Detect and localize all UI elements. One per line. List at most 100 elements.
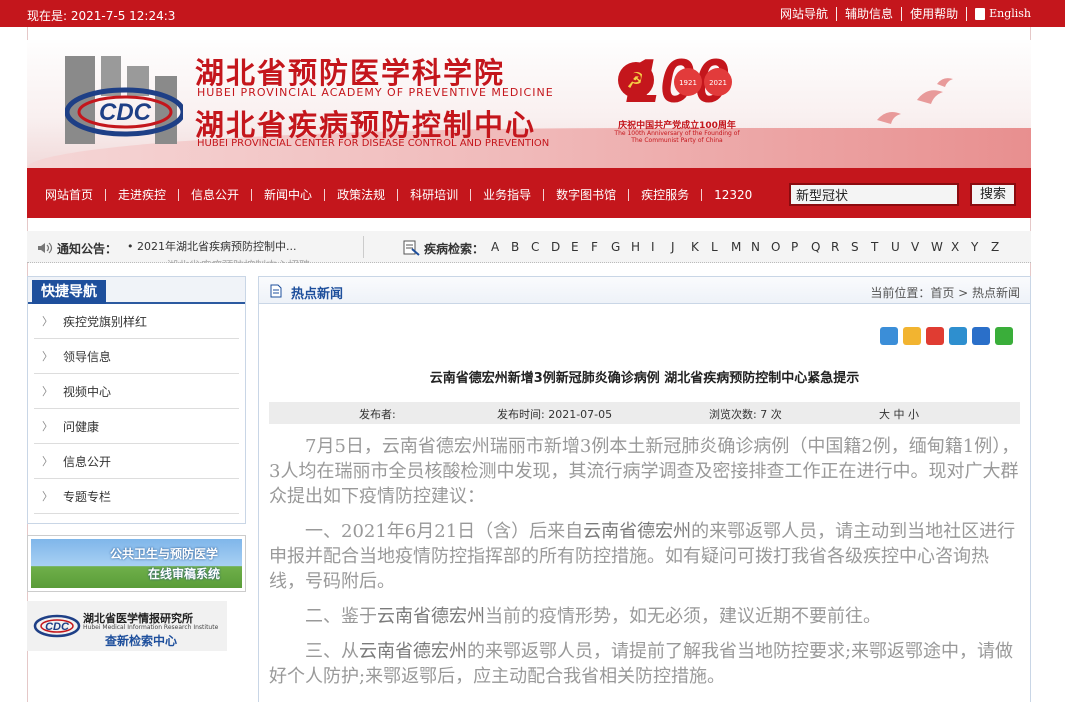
search-button[interactable]: 搜索	[970, 183, 1016, 206]
nav-item-about[interactable]: 走进疾控	[118, 186, 166, 203]
letter-link[interactable]: U	[891, 240, 911, 254]
nav-item-library[interactable]: 数字图书馆	[556, 186, 616, 203]
current-time: 现在是: 2021-7-5 12:24:3	[27, 9, 176, 23]
letter-link[interactable]: K	[691, 240, 711, 254]
institute-name-en: Hubei Medical Information Research Insti…	[83, 624, 219, 631]
view-count: 浏览次数: 7 次	[709, 408, 782, 421]
disease-search-label: 疾病检索：	[424, 242, 485, 256]
list-item-label: 疾控党旗别样红	[63, 314, 148, 329]
letter-link[interactable]: D	[551, 240, 571, 254]
nav-item-disclosure[interactable]: 信息公开	[191, 186, 239, 203]
letter-link[interactable]: W	[931, 240, 951, 254]
article-panel-header: 热点新闻 当前位置：首页 > 热点新闻	[259, 277, 1030, 304]
nav-item-news[interactable]: 新闻中心	[264, 186, 312, 203]
anniversary-caption-en: The 100th Anniversary of the Founding of…	[614, 130, 740, 144]
letter-link[interactable]: F	[591, 240, 611, 254]
nav-item-hotline[interactable]: 12320	[714, 188, 752, 202]
highlight-keyword: 云南省德宏州	[377, 606, 485, 627]
share-toolbar	[880, 327, 1013, 345]
article-meta: 发布者: 发布时间: 2021-07-05 浏览次数: 7 次 大 中 小	[269, 402, 1020, 424]
publisher: 发布者:	[359, 408, 396, 421]
letter-link[interactable]: N	[751, 240, 771, 254]
list-item[interactable]: 〉专题专栏	[34, 479, 239, 514]
letter-link[interactable]: S	[851, 240, 871, 254]
list-item-label: 问健康	[63, 419, 100, 434]
share-weibo-icon[interactable]	[926, 327, 944, 345]
letter-link[interactable]: Y	[971, 240, 991, 254]
list-item[interactable]: 〉信息公开	[34, 444, 239, 479]
cdc-logo-small: CDC	[33, 614, 81, 638]
notice-bar: 通知公告： • 2021年湖北省疾病预防控制中... • 湖北省疾病预防控制中心…	[27, 231, 1031, 263]
nav-item-policy[interactable]: 政策法规	[337, 186, 385, 203]
letter-link[interactable]: O	[771, 240, 791, 254]
info-institute-banner[interactable]: CDC 湖北省医学情报研究所 Hubei Medical Information…	[27, 601, 227, 651]
header-banner: CDC 湖北省预防医学科学院 HUBEI PROVINCIAL ACADEMY …	[27, 40, 1031, 168]
logo-text: CDC	[45, 621, 70, 633]
list-item[interactable]: 〉疾控党旗别样红	[34, 304, 239, 339]
year-2021: 2021	[709, 79, 727, 87]
section-title: 热点新闻	[291, 287, 344, 302]
font-size-switcher[interactable]: 大 中 小	[879, 406, 919, 422]
divider	[701, 188, 703, 201]
letter-link[interactable]: B	[511, 240, 531, 254]
divider	[105, 188, 107, 201]
letter-link[interactable]: V	[911, 240, 931, 254]
site-map-link[interactable]: 网站导航	[780, 5, 828, 22]
text-run: 当前的疫情形势，如无必须，建议近期不要前往。	[485, 606, 881, 627]
letter-link[interactable]: X	[951, 240, 971, 254]
top-bar: 现在是: 2021-7-5 12:24:3 网站导航 辅助信息 使用帮助 Eng…	[0, 0, 1065, 27]
search-input[interactable]	[789, 183, 959, 206]
list-item[interactable]: 〉领导信息	[34, 339, 239, 374]
publish-date: 发布时间: 2021-07-05	[497, 408, 613, 421]
cdc-logo[interactable]: CDC	[64, 56, 186, 144]
document-icon	[270, 284, 282, 298]
letter-link[interactable]: E	[571, 240, 591, 254]
divider	[966, 6, 968, 21]
list-item[interactable]: 〉视频中心	[34, 374, 239, 409]
quick-nav-panel: 快捷导航 〉疾控党旗别样红 〉领导信息 〉视频中心 〉问健康 〉信息公开 〉专题…	[27, 276, 246, 524]
letter-link[interactable]: T	[871, 240, 891, 254]
quick-nav-title: 快捷导航	[32, 280, 106, 304]
help-link[interactable]: 使用帮助	[910, 5, 958, 22]
retrieval-center: 查新检索中心	[105, 634, 178, 648]
letter-link[interactable]: C	[531, 240, 551, 254]
letter-link[interactable]: P	[791, 240, 811, 254]
quick-nav-header: 快捷导航	[28, 277, 245, 304]
breadcrumb[interactable]: 当前位置：首页 > 热点新闻	[870, 284, 1020, 301]
letter-link[interactable]: I	[651, 240, 671, 254]
year-1921: 1921	[679, 79, 697, 87]
english-link[interactable]: English	[975, 7, 1031, 20]
share-wechat-icon[interactable]	[995, 327, 1013, 345]
letter-link[interactable]: A	[491, 240, 511, 254]
nav-item-research[interactable]: 科研培训	[410, 186, 458, 203]
letter-link[interactable]: J	[671, 240, 691, 254]
nav-item-services[interactable]: 疾控服务	[641, 186, 689, 203]
letter-link[interactable]: R	[831, 240, 851, 254]
accessibility-link[interactable]: 辅助信息	[845, 5, 893, 22]
nav-item-guidance[interactable]: 业务指导	[483, 186, 531, 203]
list-item[interactable]: 〉问健康	[34, 409, 239, 444]
share-tencent-icon[interactable]	[949, 327, 967, 345]
document-icon	[975, 7, 986, 20]
share-renren-icon[interactable]	[972, 327, 990, 345]
letter-link[interactable]: G	[611, 240, 631, 254]
share-qzone-icon[interactable]	[903, 327, 921, 345]
letter-link[interactable]: M	[731, 240, 751, 254]
letter-link[interactable]: H	[631, 240, 651, 254]
letter-link[interactable]: Q	[811, 240, 831, 254]
letter-link[interactable]: Z	[991, 240, 1011, 254]
review-system-banner[interactable]: 公共卫生与预防医学 在线审稿系统	[27, 535, 246, 592]
highlight-keyword: 云南省德宏州	[583, 521, 692, 542]
dove-icon	[877, 78, 953, 124]
share-more-icon[interactable]	[880, 327, 898, 345]
banner-line-2: 在线审稿系统	[148, 567, 221, 581]
notice-item[interactable]: • 湖北省疾病预防控制中心招聘	[157, 257, 337, 263]
top-links: 网站导航 辅助信息 使用帮助 English	[780, 5, 1031, 22]
letter-link[interactable]: L	[711, 240, 731, 254]
highlight-keyword: 云南省德宏州	[359, 641, 467, 662]
nav-item-home[interactable]: 网站首页	[45, 186, 93, 203]
divider	[178, 188, 180, 201]
notice-item[interactable]: • 2021年湖北省疾病预防控制中...	[127, 238, 327, 254]
title-academy-en: HUBEI PROVINCIAL ACADEMY OF PREVENTIVE M…	[197, 86, 554, 99]
chevron-right-icon: 〉	[42, 420, 53, 433]
